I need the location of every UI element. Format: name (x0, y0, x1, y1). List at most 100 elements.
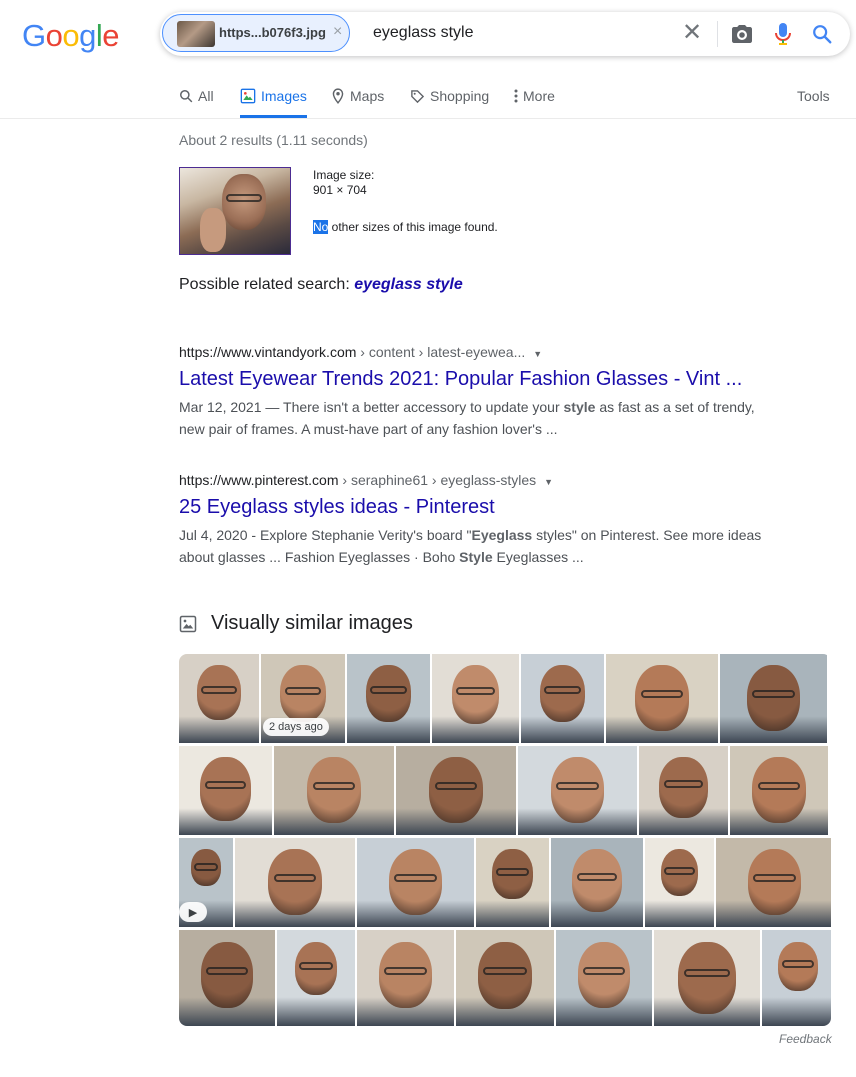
similar-image-thumbnail[interactable] (179, 746, 272, 835)
dropdown-caret-icon[interactable]: ▼ (544, 477, 553, 487)
similar-image-thumbnail[interactable] (730, 746, 828, 835)
image-size-label: Image size: (313, 168, 375, 182)
result-title-link[interactable]: Latest Eyewear Trends 2021: Popular Fash… (179, 368, 742, 391)
image-icon (179, 615, 197, 632)
tab-all[interactable]: All (179, 88, 214, 104)
result-title-link[interactable]: 25 Eyeglass styles ideas - Pinterest (179, 496, 495, 519)
related-prefix: Possible related search: (179, 276, 355, 293)
similar-image-thumbnail[interactable] (606, 654, 718, 743)
similar-image-thumbnail[interactable] (274, 746, 394, 835)
more-vert-icon (514, 89, 518, 103)
chip-thumbnail (177, 21, 215, 47)
image-query-chip[interactable]: https...b076f3.jpg × (162, 14, 350, 52)
similar-image-thumbnail[interactable] (639, 746, 728, 835)
map-pin-icon (332, 88, 344, 104)
similar-image-thumbnail[interactable] (556, 930, 652, 1026)
similar-image-thumbnail[interactable]: ▶ (179, 838, 233, 927)
result-cite[interactable]: https://www.pinterest.com › seraphine61 … (179, 472, 553, 488)
glasses (483, 967, 527, 976)
glasses (752, 690, 795, 699)
search-input[interactable]: eyeglass style (373, 24, 474, 42)
snippet-bold: style (563, 399, 596, 415)
text: other sizes of this image found. (328, 220, 498, 234)
related-search: Possible related search: eyeglass style (179, 276, 463, 294)
search-icon[interactable] (811, 23, 833, 45)
similar-image-thumbnail[interactable] (179, 654, 259, 743)
heading-text: Visually similar images (211, 612, 413, 634)
result-cite[interactable]: https://www.vintandyork.com › content › … (179, 344, 542, 360)
similar-image-thumbnail[interactable] (277, 930, 355, 1026)
cite-domain: https://www.pinterest.com (179, 472, 339, 488)
glasses (757, 782, 801, 791)
cite-path: › seraphine61 › eyeglass-styles (338, 472, 537, 488)
similar-image-thumbnail[interactable] (357, 838, 474, 927)
face (678, 941, 736, 1014)
face (222, 174, 266, 230)
clear-icon[interactable]: ✕ (682, 18, 702, 47)
similar-image-thumbnail[interactable] (762, 930, 831, 1026)
glasses (456, 687, 495, 696)
glasses (683, 968, 731, 977)
tab-label: Maps (350, 88, 385, 104)
tab-label: More (523, 88, 555, 104)
dropdown-caret-icon[interactable]: ▼ (533, 349, 542, 359)
glasses (576, 872, 618, 881)
tab-label: All (198, 88, 214, 104)
glasses (663, 779, 704, 788)
similar-image-thumbnail[interactable] (521, 654, 604, 743)
face (429, 756, 483, 824)
logo-letter: e (102, 18, 120, 53)
tab-maps[interactable]: Maps (331, 88, 384, 104)
glasses (284, 686, 322, 695)
tools-button[interactable]: Tools (797, 88, 830, 104)
glasses (582, 966, 626, 975)
cite-domain: https://www.vintandyork.com (179, 344, 357, 360)
similar-image-thumbnail[interactable] (551, 838, 643, 927)
similar-image-thumbnail[interactable] (179, 930, 275, 1026)
google-logo[interactable]: Google (22, 18, 120, 54)
microphone-icon[interactable] (772, 21, 794, 47)
tab-shopping[interactable]: Shopping (410, 88, 489, 104)
feedback-link[interactable]: Feedback (779, 1032, 832, 1046)
similar-image-thumbnail[interactable] (654, 930, 760, 1026)
similar-image-thumbnail[interactable] (235, 838, 355, 927)
logo-letter: G (22, 18, 46, 53)
face (550, 756, 605, 824)
glasses (556, 782, 599, 791)
similar-image-thumbnail[interactable] (518, 746, 637, 835)
face (478, 941, 532, 1009)
camera-icon[interactable] (730, 22, 754, 46)
logo-letter: o (45, 18, 63, 53)
similar-image-thumbnail[interactable] (432, 654, 519, 743)
chip-close-icon[interactable]: × (333, 23, 342, 41)
search-box[interactable]: https...b076f3.jpg × eyeglass style ✕ (160, 12, 850, 56)
tag-icon (411, 89, 425, 103)
tab-label: Images (261, 88, 307, 104)
play-icon: ▶ (179, 902, 207, 922)
similar-image-thumbnail[interactable] (645, 838, 714, 927)
similar-image-thumbnail[interactable] (396, 746, 516, 835)
no-other-sizes-text: No other sizes of this image found. (313, 220, 498, 234)
face (747, 848, 802, 916)
similar-image-thumbnail[interactable] (456, 930, 554, 1026)
query-image-thumbnail[interactable] (179, 167, 291, 255)
highlighted-text: No (313, 220, 329, 234)
similar-image-thumbnail[interactable] (476, 838, 549, 927)
similar-image-thumbnail[interactable] (357, 930, 454, 1026)
similar-image-thumbnail[interactable] (716, 838, 831, 927)
similar-image-thumbnail[interactable] (720, 654, 827, 743)
glasses (273, 874, 317, 883)
glasses (496, 867, 529, 876)
tab-images[interactable]: Images (240, 88, 307, 104)
result-snippet: Mar 12, 2021 — There isn't a better acce… (179, 396, 779, 440)
snippet-bold: Style (459, 549, 493, 565)
similar-image-thumbnail[interactable]: 2 days ago (261, 654, 345, 743)
cite-path: › content › latest-eyewea... (356, 344, 526, 360)
related-search-link[interactable]: eyeglass style (354, 276, 463, 293)
tab-more[interactable]: More (514, 88, 555, 104)
similar-image-thumbnail[interactable] (347, 654, 430, 743)
glasses (370, 686, 407, 695)
glasses (640, 690, 684, 699)
face (388, 848, 443, 916)
glasses (394, 874, 437, 883)
